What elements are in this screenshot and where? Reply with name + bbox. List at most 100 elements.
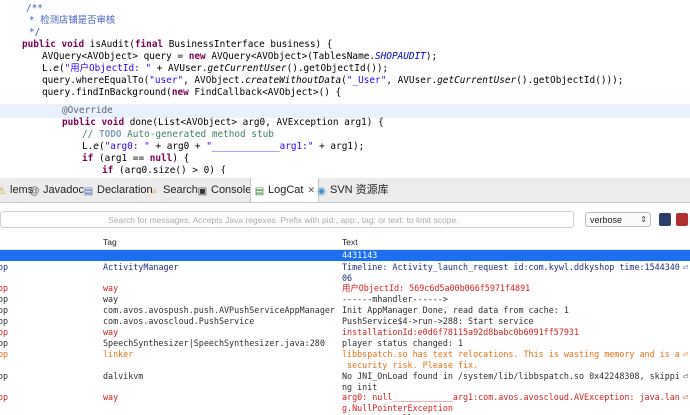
log-application: op [0,283,9,293]
log-tag: way [103,283,119,293]
log-text: No JNI_OnLoad found in /system/lib/libbs… [342,371,680,392]
code-token: query.findInBackground( [42,87,172,98]
log-text-line: security risk. Please fix. [342,359,479,370]
view-tab-bar: ⚠ lems @ Javadoc ▤ Declaration ⌕ Search ▣ Console… [0,178,690,203]
code-token: if [82,153,99,164]
code-token: "arg0: " [104,141,150,152]
tab-declaration[interactable]: ▤ Declaration [83,178,153,202]
line-wrap-icon: ⏎ [682,393,688,403]
code-token: ().getObjectId()); [286,63,389,74]
log-row[interactable]: op dalvikvm No JNI_OnLoad found in /system… [0,371,690,392]
log-row[interactable]: op way installationId:e0d6f78115a92d8babc0… [0,327,690,338]
logcat-table[interactable]: Tag Text 4431143 op ActivityManager Timelin… [0,235,690,415]
column-header-tag[interactable]: Tag [103,237,117,247]
code-token: public void [62,117,130,128]
declaration-icon: ▤ [83,186,94,197]
code-token: "____________arg1:" [206,141,314,152]
log-text-line: No JNI_OnLoad found in /system/lib/libbs… [342,371,680,381]
code-token: + arg0 + [149,141,207,152]
code-token: getCurrentUser [207,63,287,74]
log-application: op [0,349,9,359]
tab-console[interactable]: ▣ Console [197,178,252,202]
log-tag: ActivityManager [103,262,179,272]
code-editor[interactable]: /** * 检测店铺是否审核 */public void isAudit(final… [0,0,690,174]
tab-label: Javadoc [43,184,84,196]
log-row[interactable]: op way arg0: null____________arg1:com.avos… [0,392,690,413]
log-tag: dalvikvm [103,371,144,381]
log-row[interactable]: 4431143 [0,250,690,261]
logcat-icon: ▤ [254,186,265,197]
code-token: "user" [149,75,184,86]
log-text-line: PushService$4->run->288: Start service [342,316,534,326]
code-token: ) { [172,153,190,164]
log-row[interactable]: op way ------mhandler------> [0,294,690,305]
code-token: (arg1 == [98,153,150,164]
log-text: 用户ObjectId: 569c6d5a00b066f5971f4891 [342,283,677,294]
log-row[interactable]: op com.avos.avoscloud.PushService PushServ… [0,316,690,327]
clear-log-icon[interactable] [676,213,688,226]
code-token: // [82,129,99,140]
code-token: BusinessInterface business) { [168,39,333,50]
close-icon[interactable]: ✕ [307,185,315,195]
save-icon[interactable] [659,213,671,226]
code-token: ); [425,51,438,62]
logcat-table-header: Tag Text [0,235,690,250]
code-token: @Override [62,105,113,116]
log-text: installationId:e0d6f78115a92d8babc0b6091… [342,327,677,338]
tab-search[interactable]: ⌕ Search [149,178,198,202]
tab-javadoc[interactable]: @ Javadoc [29,178,84,202]
problems-icon: ⚠ [0,186,6,197]
log-text: PushService$4->run->288: Start service [342,316,677,327]
log-row[interactable]: op way 用户ObjectId: 569c6d5a00b066f5971f489… [0,283,690,294]
log-row[interactable]: op SpeechSynthesizer|SpeechSynthesizer.ja… [0,338,690,349]
log-row[interactable]: op linker libbspatch.so has text relocatio… [0,349,690,370]
code-token: getCurrentUser [437,75,517,86]
code-token: /** [26,3,43,14]
log-tag: way [103,327,119,337]
log-text: player status changed: 1 [342,338,677,349]
log-tag: com.avos.avoscloud.PushService [103,316,255,326]
tab-label: Search [163,184,198,196]
log-level-value: verbose [590,215,623,225]
log-application: op [0,294,9,304]
line-wrap-icon: ⏎ [682,350,688,360]
log-text: ------mhandler------> [342,294,677,305]
code-token: + AVUser. [151,63,208,74]
log-text-line: 06 [342,272,353,283]
search-icon: ⌕ [151,186,158,197]
log-text-line: installationId:e0d6f78115a92d8babc0b6091… [342,327,579,337]
log-level-select[interactable]: verbose ⇕ [585,212,651,227]
code-token: new [188,51,212,62]
code-token: FindCallback<AVObject>() { [194,87,342,98]
log-row[interactable]: op com.avos.avospush.push.AVPushServiceAp… [0,305,690,316]
code-token: if [102,165,119,174]
logcat-search-input[interactable] [0,211,574,228]
tab-logcat[interactable]: ▤ LogCat ✕ [250,178,320,202]
log-text-line: 4431143 [342,250,378,260]
column-header-text[interactable]: Text [342,237,358,247]
log-text: arg0: null____________arg1:com.avos.avos… [342,392,680,413]
log-text: libbspatch.so has text relocations. This… [342,349,680,370]
log-text-line: g.NullPointerException [342,402,453,413]
code-token: L. [82,141,94,152]
code-token: (arg0.size() > 0) { [118,165,227,174]
code-token: public void [22,39,90,50]
javadoc-icon: @ [29,186,40,197]
log-application: op [0,305,9,315]
log-row[interactable]: op ActivityManager Timeline: Activity_laun… [0,262,690,283]
tab-svn[interactable]: ◉ SVN 资源库 [316,178,389,202]
code-token: createWithoutData [245,75,342,86]
line-wrap-icon: ⏎ [682,263,688,273]
log-tag: SpeechSynthesizer|SpeechSynthesizer.java… [103,338,325,348]
tab-label: LogCat [268,184,304,196]
code-token: done(List<AVObject> arg0, AVException ar… [129,117,384,128]
log-text: Init AppManager Done, read data from cac… [342,305,677,316]
log-tag: way [103,392,119,402]
log-tag: way [103,294,119,304]
log-application: op [0,262,9,272]
code-token: * 检测店铺是否审核 [29,15,116,26]
logcat-filter-bar: verbose ⇕ [0,209,690,231]
log-text: Timeline: Activity_launch_request id:com… [342,262,680,283]
code-token: ().getObjectId())); [516,75,624,86]
log-application: op [0,338,9,348]
